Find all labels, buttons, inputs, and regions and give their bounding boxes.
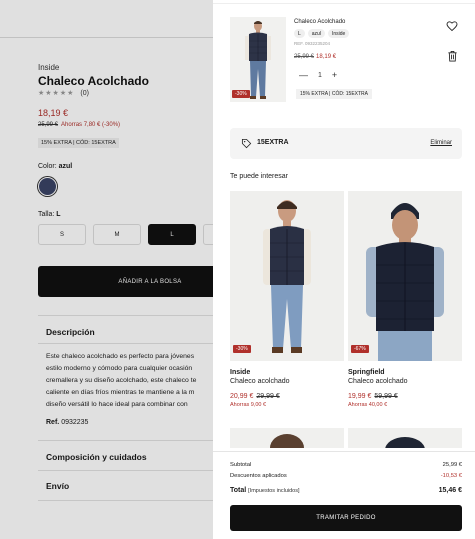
total-value: 15,46 €: [438, 487, 462, 494]
suggestion-image[interactable]: -30%: [230, 191, 344, 361]
cart-item-old-price: 25,99 €: [294, 54, 315, 60]
suggestion-discount-badge: -30%: [233, 345, 251, 353]
decrease-quantity-button[interactable]: —: [299, 70, 308, 80]
total-note: [Impuestos incluidos]: [248, 488, 300, 494]
cart-item-brand-chip: Inside: [327, 29, 350, 38]
suggestion-card[interactable]: -30% Inside Chaleco acolchado 20,99 €29,…: [230, 191, 344, 408]
discounts-row: Descuentos aplicados -10,53 €: [230, 473, 462, 479]
cart-drawer: -30% Chaleco Acolchado L azul Inside REF…: [213, 0, 475, 539]
cart-item-image[interactable]: -30%: [230, 17, 286, 102]
suggestion-savings: Ahorras 40,00 €: [348, 402, 388, 408]
cart-item-promo: 15% EXTRA | CÓD: 15EXTRA: [296, 89, 372, 99]
cart-item-size-chip: L: [294, 29, 305, 38]
suggestion-image-partial[interactable]: [230, 428, 344, 448]
cart-item-discount-badge: -30%: [232, 90, 250, 98]
coupon-code: 15EXTRA: [257, 139, 289, 146]
cart-item-name[interactable]: Chaleco Acolchado: [294, 19, 345, 25]
suggestions-heading: Te puede interesar: [230, 173, 288, 180]
suggestion-brand: Springfield: [348, 369, 385, 376]
total-row: Total [Impuestos incluidos] 15,46 €: [230, 487, 462, 494]
subtotal-label: Subtotal: [230, 462, 252, 468]
suggestion-card[interactable]: -67% Springfield Chaleco acolchado 19,99…: [348, 191, 462, 408]
quantity-value: 1: [318, 71, 322, 79]
checkout-button[interactable]: TRAMITAR PEDIDO: [230, 505, 462, 531]
cart-item-ref: REF. 0932235204: [294, 41, 331, 46]
suggestion-name: Chaleco acolchado: [348, 378, 408, 385]
discounts-label: Descuentos aplicados: [230, 473, 287, 479]
applied-coupon: 15EXTRA Eliminar: [230, 128, 462, 159]
discounts-value: -10,53 €: [440, 473, 462, 479]
increase-quantity-button[interactable]: +: [332, 70, 337, 80]
suggestion-price: 20,99 €29,99 €: [230, 393, 344, 400]
vest-model-figure: [230, 191, 344, 361]
cart-item-price: 25,99 €18,19 €: [294, 54, 336, 60]
suggestion-new-price: 19,99 €: [348, 393, 372, 400]
suggestion-name: Chaleco acolchado: [230, 378, 290, 385]
suggestion-discount-badge: -67%: [351, 345, 369, 353]
suggestion-old-price: 59,99 €: [374, 393, 398, 400]
cart-item-attributes: L azul Inside: [294, 29, 350, 38]
remove-coupon-link[interactable]: Eliminar: [430, 140, 452, 146]
subtotal-value: 25,99 €: [442, 462, 462, 468]
suggestion-savings: Ahorras 9,00 €: [230, 402, 267, 408]
tag-icon: [241, 138, 252, 149]
drawer-top-divider: [213, 3, 475, 4]
cart-item-color-chip: azul: [307, 29, 325, 38]
model-head-figure: [385, 437, 425, 448]
suggestion-image-partial[interactable]: [348, 428, 462, 448]
model-head-figure: [270, 434, 304, 448]
subtotal-row: Subtotal 25,99 €: [230, 462, 462, 468]
trash-icon[interactable]: [447, 50, 458, 62]
cart-item-new-price: 18,19 €: [316, 54, 337, 60]
quantity-stepper: — 1 +: [299, 70, 337, 80]
modal-backdrop[interactable]: [0, 0, 213, 539]
vest-model-figure: [348, 191, 462, 361]
total-label: Total: [230, 487, 247, 494]
total-label-group: Total [Impuestos incluidos]: [230, 487, 300, 494]
suggestion-old-price: 29,99 €: [256, 393, 280, 400]
suggestion-price: 19,99 €59,99 €: [348, 393, 462, 400]
suggestion-new-price: 20,99 €: [230, 393, 254, 400]
suggestion-brand: Inside: [230, 369, 251, 376]
heart-icon[interactable]: [446, 20, 458, 32]
suggestion-image[interactable]: -67%: [348, 191, 462, 361]
